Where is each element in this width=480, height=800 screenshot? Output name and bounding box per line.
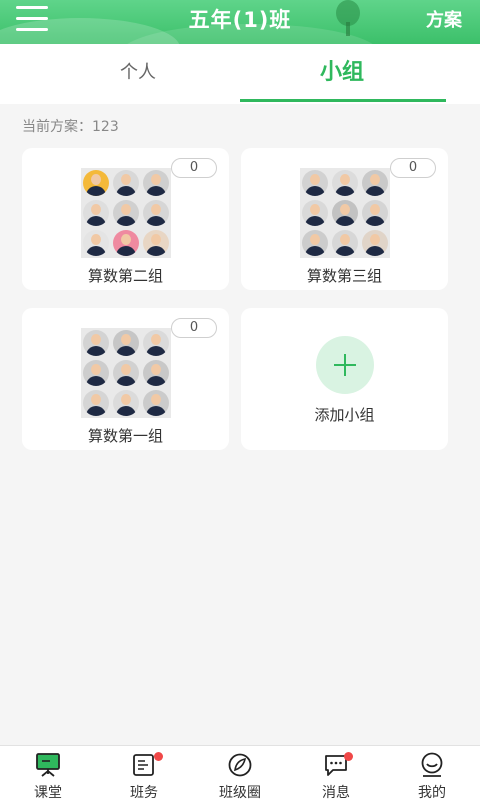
avatar [83,170,109,196]
group-name: 算数第三组 [306,267,382,285]
notification-badge [344,752,353,761]
avatar [113,360,139,386]
group-name: 算数第一组 [87,427,163,445]
avatar [302,170,328,196]
avatar [143,170,169,196]
nav-item-class-circle[interactable]: 班级圈 [192,746,288,800]
group-avatar-grid [81,168,171,258]
add-group-card[interactable]: 添加小组 [241,308,448,450]
avatar [332,200,358,226]
group-counter[interactable]: 0 [171,158,217,178]
avatar [143,330,169,356]
tab-indicator [240,99,446,102]
avatar [302,200,328,226]
add-group-label: 添加小组 [314,406,375,424]
header-bar: 五年(1)班 方案 [0,0,480,44]
nav-label: 消息 [322,785,350,800]
group-card[interactable]: 0 算数第三组 [241,148,448,290]
nav-label: 班务 [130,785,158,800]
avatar [83,360,109,386]
avatar [143,360,169,386]
profile-icon [421,752,443,777]
avatar [83,230,109,256]
nav-label: 班级圈 [219,785,261,800]
avatar [113,170,139,196]
avatar [332,230,358,256]
classroom-icon [36,753,60,777]
group-avatar-grid [300,168,390,258]
class-affairs-icon [133,754,154,776]
avatar [302,230,328,256]
tab-bar: 个人 小组 [0,44,480,104]
class-circle-icon [228,753,252,777]
avatar [113,330,139,356]
group-counter[interactable]: 0 [171,318,217,338]
avatar [113,200,139,226]
avatar [143,200,169,226]
add-icon[interactable] [316,336,374,394]
avatar [113,230,139,256]
group-card[interactable]: 0 算数第一组 [22,308,229,450]
avatar [83,200,109,226]
notification-badge [154,752,163,761]
group-avatar-grid [81,328,171,418]
group-name: 算数第二组 [87,267,163,285]
avatar [362,230,388,256]
bottom-nav: 课堂 班务 班级圈 消息 我的 [0,745,480,800]
current-plan-label: 当前方案：123 [22,119,119,135]
nav-item-messages[interactable]: 消息 [288,746,384,800]
plan-button[interactable]: 方案 [426,6,462,32]
avatar [143,230,169,256]
nav-item-classroom[interactable]: 课堂 [0,746,96,800]
page-title: 五年(1)班 [188,8,292,32]
group-counter[interactable]: 0 [390,158,436,178]
nav-item-class-affairs[interactable]: 班务 [96,746,192,800]
avatar [143,390,169,416]
avatar [332,170,358,196]
nav-label: 课堂 [34,785,62,800]
avatar [83,390,109,416]
tab-group[interactable]: 小组 [222,44,462,104]
avatar [362,200,388,226]
avatar [83,330,109,356]
avatar [362,170,388,196]
group-card[interactable]: 0 算数第二组 [22,148,229,290]
nav-label: 我的 [418,785,446,800]
nav-item-profile[interactable]: 我的 [384,746,480,800]
avatar [113,390,139,416]
